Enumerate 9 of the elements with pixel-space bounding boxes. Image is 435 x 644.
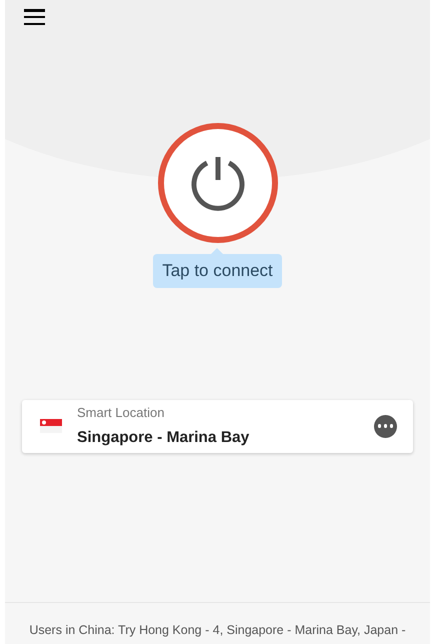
location-label: Smart Location (77, 404, 166, 422)
location-name: Singapore - Marina Bay (77, 428, 250, 448)
more-options-icon[interactable] (374, 414, 397, 438)
flag-icon (40, 419, 62, 433)
footer-note: Users in China: Try Hong Kong - 4, Singapore - Marina Bay, Japan - (29, 622, 406, 639)
tooltip-pointer (211, 248, 224, 254)
tooltip: Tap to connect (153, 254, 282, 288)
menu-icon[interactable] (24, 9, 45, 25)
location-card[interactable]: Smart Location Singapore - Marina Bay (22, 400, 413, 452)
